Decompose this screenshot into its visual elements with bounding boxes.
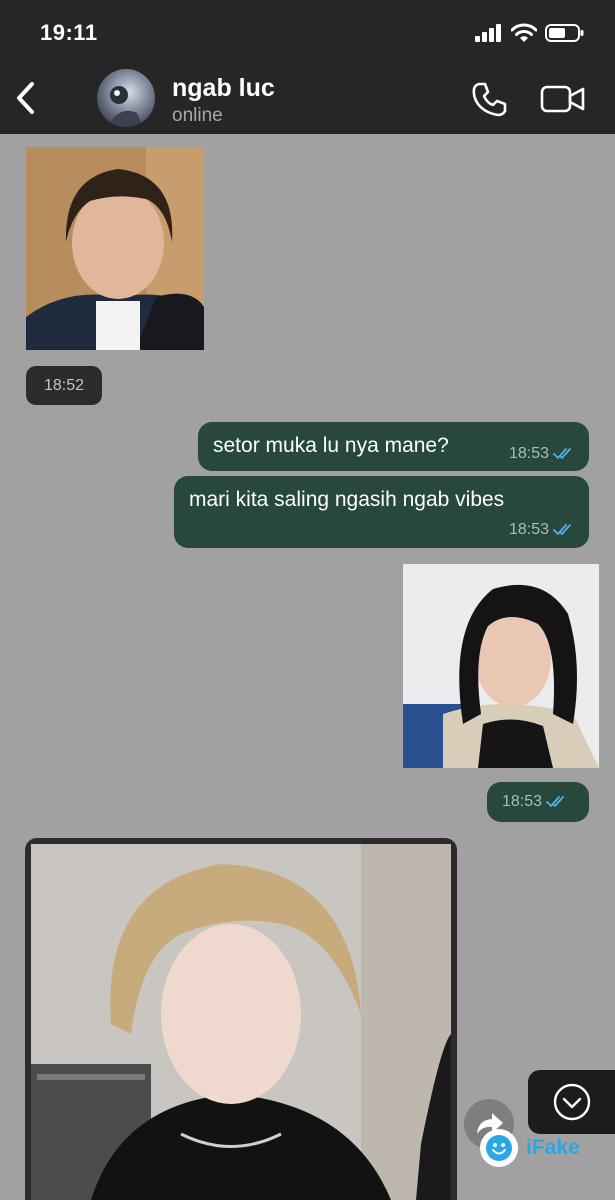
scroll-down-button[interactable]	[528, 1070, 615, 1134]
message-meta: 18:53	[509, 521, 575, 539]
contact-avatar[interactable]	[97, 69, 155, 127]
chat-header: ngab luc online	[0, 62, 615, 134]
back-chevron-icon	[17, 82, 34, 114]
read-receipt-icon	[546, 796, 564, 808]
incoming-photo	[26, 147, 204, 350]
status-bar: 19:11	[0, 0, 615, 62]
message-meta: 18:53	[502, 793, 568, 811]
video-call-icon	[540, 85, 585, 113]
message-meta: 18:53	[509, 445, 575, 463]
message-text: setor muka lu nya mane?	[213, 434, 449, 457]
outgoing-photo-caption: 18:53	[487, 782, 589, 822]
watermark-text: iFake	[526, 1136, 580, 1159]
scroll-down-icon	[553, 1083, 591, 1121]
avatar-image	[107, 86, 143, 127]
contact-name[interactable]: ngab luc	[172, 74, 275, 103]
cellular-signal-icon	[475, 24, 501, 42]
message-text: mari kita saling ngasih ngab vibes	[189, 488, 505, 511]
video-call-button[interactable]	[540, 84, 586, 114]
incoming-photo-message[interactable]	[25, 838, 457, 1200]
ifake-logo-icon	[480, 1129, 518, 1167]
battery-icon	[545, 24, 584, 42]
message-time: 18:53	[508, 445, 549, 462]
status-time: 19:11	[40, 20, 98, 45]
incoming-photo-message[interactable]	[26, 147, 204, 350]
wifi-icon	[511, 23, 537, 42]
read-receipt-icon	[553, 524, 571, 536]
contact-status: online	[172, 105, 223, 126]
message-time: 18:53	[508, 521, 549, 538]
incoming-photo	[31, 844, 451, 1200]
voice-call-icon	[472, 82, 507, 117]
incoming-message-time: 18:52	[26, 366, 102, 405]
back-button[interactable]	[10, 76, 44, 120]
outgoing-text-message[interactable]: mari kita saling ngasih ngab vibes 18:53	[174, 476, 589, 548]
ifake-watermark: iFake	[480, 1129, 580, 1167]
outgoing-photo	[403, 564, 599, 768]
outgoing-photo-message[interactable]	[403, 564, 599, 768]
system-icons	[475, 20, 585, 46]
voice-call-button[interactable]	[470, 80, 508, 118]
message-time: 18:52	[43, 376, 85, 394]
message-time: 18:53	[502, 793, 543, 810]
read-receipt-icon	[553, 448, 571, 460]
outgoing-text-message[interactable]: setor muka lu nya mane? 18:53	[198, 422, 589, 471]
